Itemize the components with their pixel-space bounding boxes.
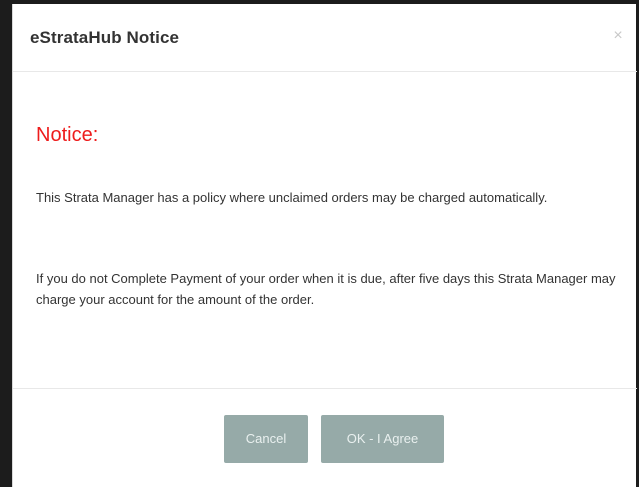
modal-title: eStrataHub Notice	[30, 28, 180, 47]
modal-footer: Cancel OK - I Agree	[13, 388, 637, 487]
notice-modal: eStrataHub Notice × Notice: This Strata …	[12, 4, 637, 487]
close-icon[interactable]: ×	[609, 26, 627, 46]
window-edge-left	[0, 0, 12, 487]
agree-button[interactable]: OK - I Agree	[321, 415, 444, 463]
screen: eStrataHub Notice × Notice: This Strata …	[0, 0, 639, 487]
payment-paragraph: If you do not Complete Payment of your o…	[36, 271, 616, 307]
modal-header: eStrataHub Notice ×	[13, 4, 637, 72]
cancel-button[interactable]: Cancel	[224, 415, 308, 463]
modal-body: Notice: This Strata Manager has a policy…	[13, 73, 637, 388]
policy-paragraph: This Strata Manager has a policy where u…	[36, 190, 548, 205]
notice-heading: Notice:	[36, 124, 99, 146]
